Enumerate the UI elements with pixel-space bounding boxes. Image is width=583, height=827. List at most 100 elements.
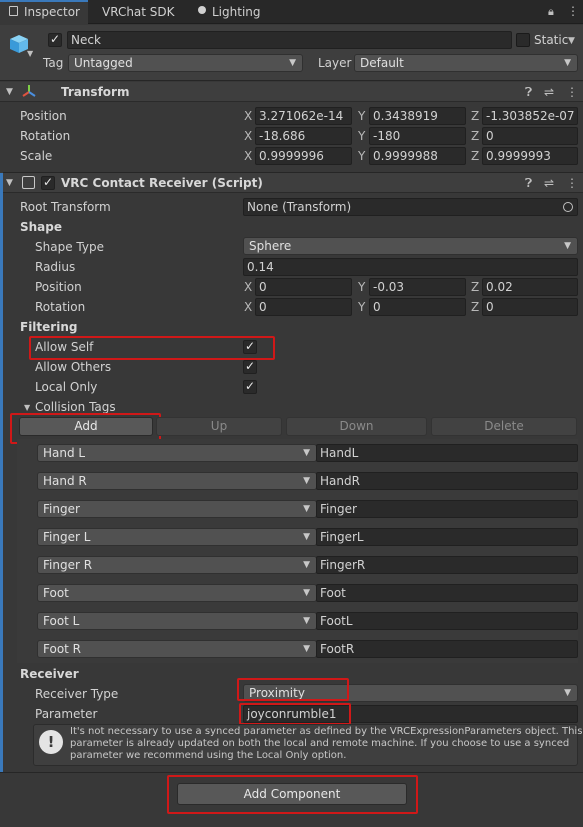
collision-tag-field[interactable]: Foot xyxy=(316,584,578,602)
tag-dropdown[interactable]: Untagged ▼ xyxy=(68,54,303,72)
rotation-y-field[interactable]: -180 xyxy=(369,127,466,145)
collision-tag-dropdown[interactable]: Foot R ▼ xyxy=(37,640,317,658)
object-name-field[interactable]: Neck xyxy=(67,31,512,49)
axis-x-label[interactable]: X xyxy=(244,107,252,125)
position-x-field[interactable]: 3.271062e-14 xyxy=(255,107,352,125)
object-picker-icon[interactable] xyxy=(563,202,573,212)
allow-others-checkbox[interactable] xyxy=(243,359,257,374)
static-dropdown-arrow[interactable]: ▼ xyxy=(568,33,575,49)
active-checkbox[interactable] xyxy=(48,32,62,47)
position-z-field[interactable]: -1.303852e-07 xyxy=(482,107,578,125)
receiver-type-dropdown[interactable]: Proximity ▼ xyxy=(243,684,578,702)
inspector-divider xyxy=(0,772,583,773)
axis-x-label[interactable]: X xyxy=(244,127,252,145)
collision-tags-label: Collision Tags xyxy=(35,400,116,414)
collision-tag-field[interactable]: FootR xyxy=(316,640,578,658)
local-only-checkbox[interactable] xyxy=(243,379,257,394)
collision-tag-row: Foot ▼ Foot xyxy=(20,584,578,602)
tab-inspector-label: Inspector xyxy=(24,5,80,19)
tab-vrchat-sdk[interactable]: VRChat SDK xyxy=(102,0,175,24)
collision-tag-dropdown[interactable]: Foot ▼ xyxy=(37,584,317,602)
up-tag-button[interactable]: Up xyxy=(156,417,282,436)
shape-position-z-field[interactable]: 0.02 xyxy=(482,278,578,296)
preset-sliders-icon[interactable]: ⇌ xyxy=(544,84,554,100)
axis-z-label[interactable]: Z xyxy=(471,147,479,165)
layer-dropdown[interactable]: Default ▼ xyxy=(354,54,578,72)
collision-tag-dropdown-value: Finger xyxy=(43,502,80,516)
axis-y-label[interactable]: Y xyxy=(358,147,365,165)
collision-tag-field[interactable]: HandR xyxy=(316,472,578,490)
parameter-field[interactable]: joyconrumble1 xyxy=(243,705,578,723)
local-only-label: Local Only xyxy=(35,380,98,394)
collision-tag-dropdown[interactable]: Finger L ▼ xyxy=(37,528,317,546)
shape-type-dropdown[interactable]: Sphere ▼ xyxy=(243,237,578,255)
shape-rotation-x-field[interactable]: 0 xyxy=(255,298,352,316)
info-exclamation-icon: ! xyxy=(39,730,63,754)
radius-field[interactable]: 0.14 xyxy=(243,258,578,276)
component-enabled-checkbox[interactable] xyxy=(41,175,55,190)
down-tag-button[interactable]: Down xyxy=(286,417,427,436)
rotation-x-field[interactable]: -18.686 xyxy=(255,127,352,145)
collision-tag-dropdown-value: Foot R xyxy=(43,642,82,656)
axis-x-label[interactable]: X xyxy=(244,147,252,165)
collision-tag-field[interactable]: FingerL xyxy=(316,528,578,546)
icon-dropdown-arrow[interactable]: ▼ xyxy=(27,46,33,62)
help-icon[interactable]: ❓︎ xyxy=(525,84,532,100)
axis-z-label[interactable]: Z xyxy=(471,127,479,145)
component-menu-icon[interactable]: ⋮ xyxy=(566,175,578,191)
chevron-down-icon: ▼ xyxy=(564,688,571,698)
axis-z-label[interactable]: Z xyxy=(471,278,479,296)
shape-rotation-y-field[interactable]: 0 xyxy=(369,298,466,316)
radius-label: Radius xyxy=(35,260,76,274)
collision-tag-dropdown[interactable]: Hand R ▼ xyxy=(37,472,317,490)
axis-z-label[interactable]: Z xyxy=(471,107,479,125)
component-menu-icon[interactable]: ⋮ xyxy=(566,84,578,100)
delete-tag-button[interactable]: Delete xyxy=(431,417,577,436)
tab-lighting[interactable]: Lighting xyxy=(212,0,261,24)
axis-y-label[interactable]: Y xyxy=(358,127,365,145)
chevron-down-icon: ▼ xyxy=(564,58,571,68)
shape-position-y-field[interactable]: -0.03 xyxy=(369,278,466,296)
help-icon[interactable]: ❓︎ xyxy=(525,175,532,191)
position-y-field[interactable]: 0.3438919 xyxy=(369,107,466,125)
collision-tag-row: Foot L ▼ FootL xyxy=(20,612,578,630)
tab-menu-icon[interactable]: ⋮ xyxy=(567,3,579,19)
root-transform-field[interactable]: None (Transform) xyxy=(243,198,578,216)
shape-rotation-z-field[interactable]: 0 xyxy=(482,298,578,316)
axis-x-label[interactable]: X xyxy=(244,298,252,316)
lock-icon[interactable]: 🔒︎ xyxy=(548,4,554,20)
tag-value: Untagged xyxy=(74,56,133,70)
collision-tag-dropdown[interactable]: Hand L ▼ xyxy=(37,444,317,462)
component-accent-bar xyxy=(0,173,3,773)
foldout-arrow-icon[interactable]: ▼ xyxy=(24,400,30,416)
add-component-button[interactable]: Add Component xyxy=(177,783,407,805)
shape-type-value: Sphere xyxy=(249,239,292,253)
collision-tag-dropdown[interactable]: Finger R ▼ xyxy=(37,556,317,574)
collision-tag-field[interactable]: FingerR xyxy=(316,556,578,574)
collision-tag-field[interactable]: FootL xyxy=(316,612,578,630)
static-checkbox[interactable] xyxy=(516,33,530,47)
axis-z-label[interactable]: Z xyxy=(471,298,479,316)
collision-tag-field[interactable]: HandL xyxy=(316,444,578,462)
foldout-arrow-icon[interactable]: ▼ xyxy=(6,175,13,191)
add-tag-button[interactable]: Add xyxy=(19,417,153,436)
collision-tag-dropdown-value: Hand R xyxy=(43,474,87,488)
axis-y-label[interactable]: Y xyxy=(358,107,365,125)
collision-tag-field[interactable]: Finger xyxy=(316,500,578,518)
info-text-line2: parameter is already updated on both the… xyxy=(70,738,570,749)
foldout-arrow-icon[interactable]: ▼ xyxy=(6,84,13,100)
allow-self-checkbox[interactable] xyxy=(243,339,257,354)
preset-sliders-icon[interactable]: ⇌ xyxy=(544,175,554,191)
axis-y-label[interactable]: Y xyxy=(358,298,365,316)
scale-z-field[interactable]: 0.9999993 xyxy=(482,147,578,165)
axis-y-label[interactable]: Y xyxy=(358,278,365,296)
shape-position-x-field[interactable]: 0 xyxy=(255,278,352,296)
collision-tag-dropdown[interactable]: Foot L ▼ xyxy=(37,612,317,630)
receiver-header: Receiver xyxy=(20,667,79,681)
scale-y-field[interactable]: 0.9999988 xyxy=(369,147,466,165)
scale-x-field[interactable]: 0.9999996 xyxy=(255,147,352,165)
collision-tag-dropdown[interactable]: Finger ▼ xyxy=(37,500,317,518)
shape-header: Shape xyxy=(20,220,63,234)
axis-x-label[interactable]: X xyxy=(244,278,252,296)
rotation-z-field[interactable]: 0 xyxy=(482,127,578,145)
